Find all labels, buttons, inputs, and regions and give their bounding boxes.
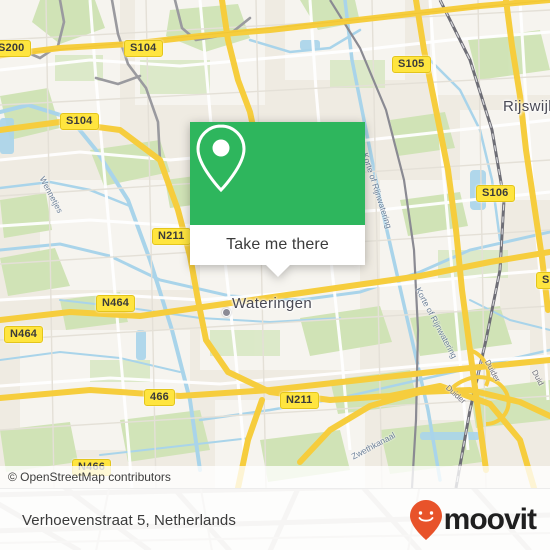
address-label: Verhoevenstraat 5, Netherlands xyxy=(22,511,236,529)
location-popup-card[interactable]: Take me there xyxy=(190,122,365,277)
moovit-logo[interactable]: moovit xyxy=(409,489,537,550)
take-me-there-label: Take me there xyxy=(226,236,329,253)
moovit-wordmark: moovit xyxy=(443,503,537,536)
road-shield-n211-south[interactable]: N211 xyxy=(280,392,319,409)
road-shield-n464-center[interactable]: N464 xyxy=(96,295,136,312)
attribution-text[interactable]: © OpenStreetMap contributors xyxy=(0,470,171,484)
road-shield-s104-north[interactable]: S104 xyxy=(124,40,163,57)
road-shield-n211-north[interactable]: N211 xyxy=(152,228,191,245)
road-shield-466[interactable]: 466 xyxy=(144,389,175,406)
popup-footer[interactable]: Take me there xyxy=(190,225,365,265)
road-shield-s104-west[interactable]: S104 xyxy=(60,113,99,130)
popup-pointer-tail xyxy=(265,265,290,277)
map-canvas[interactable]: Wateringen Rijswijk Wennetjes Korte of R… xyxy=(0,0,550,488)
road-shield-s105[interactable]: S105 xyxy=(392,56,431,73)
map-screenshot: Wateringen Rijswijk Wennetjes Korte of R… xyxy=(0,0,550,550)
road-shield-s1-edge[interactable]: S1 xyxy=(536,272,550,289)
road-shield-s200[interactable]: S200 xyxy=(0,40,31,57)
map-attribution-bar: © OpenStreetMap contributors xyxy=(0,466,550,488)
road-shield-s106[interactable]: S106 xyxy=(476,185,515,202)
moovit-pin-icon xyxy=(409,500,442,540)
bottom-info-bar: Verhoevenstraat 5, Netherlands moovit xyxy=(0,488,550,550)
popup-header xyxy=(190,122,365,225)
map-pin-icon xyxy=(196,124,246,193)
road-shield-n464-west[interactable]: N464 xyxy=(4,326,44,343)
